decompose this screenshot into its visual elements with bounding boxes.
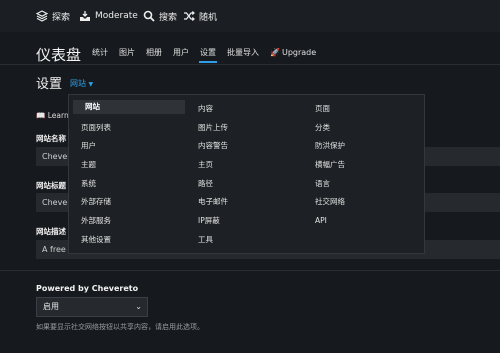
menu-item-flood-protection[interactable]: 防洪保护 (303, 139, 345, 153)
header-divider (0, 64, 500, 65)
layers-icon (36, 10, 48, 22)
section-divider (0, 270, 500, 271)
powered-by-value: 启用 (43, 302, 59, 311)
menu-item-ip-bans[interactable]: IP屏蔽 (186, 214, 220, 228)
section-menu: 网站 页面列表 用户 主题 系统 外部存储 外部服务 其他设置 内容 图片上传 … (68, 94, 425, 254)
menu-item-homepage[interactable]: 主页 (186, 158, 213, 172)
menu-item-external-services[interactable]: 外部服务 (69, 214, 111, 228)
menu-item-pages[interactable]: 页面 (303, 102, 330, 116)
caret-down-icon: ▼ (88, 81, 94, 88)
menu-item-site[interactable]: 网站 (73, 100, 185, 114)
menu-item-api[interactable]: API (303, 214, 327, 228)
search-label: 搜索 (159, 12, 178, 23)
powered-by-select[interactable]: 启用 ⌄ (36, 297, 148, 317)
learn-link[interactable]: 📖 Learn (36, 111, 69, 120)
powered-by-label: Powered by Chevereto (36, 284, 139, 293)
tab-settings[interactable]: 设置 (199, 46, 217, 63)
inbox-tray-icon (80, 11, 90, 21)
tab-users[interactable]: 用户 (173, 46, 189, 63)
menu-item-content[interactable]: 内容 (186, 102, 213, 116)
menu-item-routes[interactable]: 路径 (186, 177, 213, 191)
moderate-link[interactable]: Moderate (79, 9, 138, 23)
tab-upgrade[interactable]: 🚀 Upgrade (270, 46, 316, 63)
menu-item-users[interactable]: 用户 (69, 139, 96, 153)
tab-bulk-import[interactable]: 批量导入 (227, 46, 259, 63)
menu-item-tools[interactable]: 工具 (186, 233, 213, 247)
menu-item-email[interactable]: 电子邮件 (186, 195, 228, 209)
menu-item-banners[interactable]: 横幅广告 (303, 158, 345, 172)
menu-item-content-warning[interactable]: 内容警告 (186, 139, 228, 153)
rocket-icon: 🚀 (270, 48, 280, 57)
menu-item-languages[interactable]: 语言 (303, 177, 330, 191)
learn-label: Learn (47, 111, 69, 120)
book-icon: 📖 (36, 111, 46, 120)
section-dropdown-label: 网站 (70, 79, 86, 88)
explore-link[interactable]: 探索 (36, 9, 70, 23)
tab-upgrade-label: Upgrade (281, 48, 317, 57)
tab-images[interactable]: 图片 (119, 46, 135, 63)
random-link[interactable]: 随机 (183, 9, 217, 23)
top-navbar: 探索 Moderate 搜索 随机 (0, 0, 500, 32)
powered-by-help: 如果要显示社交网络按钮以共享内容，请启用此选项。 (36, 323, 204, 331)
field-label-site-name: 网站名称 (36, 134, 66, 143)
menu-item-social-networks[interactable]: 社交网络 (303, 195, 345, 209)
menu-item-theme[interactable]: 主题 (69, 158, 96, 172)
dashboard-tabs: 统计 图片 相册 用户 设置 批量导入 🚀 Upgrade (92, 46, 327, 63)
tab-stats[interactable]: 统计 (92, 46, 108, 63)
search-link[interactable]: 搜索 (143, 9, 177, 23)
settings-title: 设置 (36, 77, 63, 92)
menu-item-categories[interactable]: 分类 (303, 121, 330, 135)
page-title: 仪表盘 (36, 46, 82, 64)
tab-albums[interactable]: 相册 (146, 46, 162, 63)
chevron-down-icon: ⌄ (135, 302, 142, 311)
menu-item-external-storage[interactable]: 外部存储 (69, 195, 111, 209)
moderate-label: Moderate (95, 11, 138, 21)
explore-label: 探索 (52, 12, 71, 23)
field-label-site-description: 网站描述 (36, 227, 66, 236)
shuffle-icon (184, 11, 195, 21)
menu-item-pages-list[interactable]: 页面列表 (69, 121, 111, 135)
menu-item-system[interactable]: 系统 (69, 177, 96, 191)
random-label: 随机 (199, 12, 218, 23)
menu-item-image-upload[interactable]: 图片上传 (186, 121, 228, 135)
section-dropdown[interactable]: 网站 ▼ (70, 78, 93, 89)
search-icon (143, 10, 155, 22)
field-label-site-title: 网站标题 (36, 181, 66, 190)
menu-item-other-settings[interactable]: 其他设置 (69, 233, 111, 247)
